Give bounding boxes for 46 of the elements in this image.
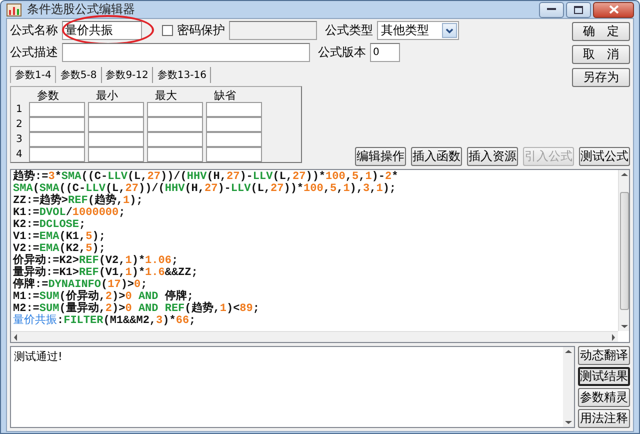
code-line: K1:=DVOL/1000000; bbox=[13, 207, 126, 219]
editor-button[interactable]: 插入函数 bbox=[411, 146, 462, 166]
row-number: 2 bbox=[16, 119, 24, 130]
dialog-button[interactable]: 确 定 bbox=[572, 22, 630, 41]
dialog-button[interactable]: 另存为 bbox=[572, 68, 630, 87]
parameter-tab[interactable]: 参数13-16 bbox=[153, 67, 212, 83]
code-line: 价异动:=K2>REF(V2,1)*1.06; bbox=[13, 255, 180, 267]
editor-button[interactable]: 测试公式 bbox=[579, 146, 630, 166]
code-line: V2:=EMA(K2,5); bbox=[13, 243, 106, 255]
output-tab-button[interactable]: 动态翻译 bbox=[578, 346, 630, 365]
output-tab-button[interactable]: 参数精灵 bbox=[578, 388, 630, 407]
window-title: 条件选股公式编辑器 bbox=[27, 1, 136, 18]
field-label: 公式版本 bbox=[318, 44, 366, 61]
parameter-tab[interactable]: 参数1-4 bbox=[10, 66, 56, 83]
code-line: 趋势:=3*SMA((C-LLV(L,27))/(HHV(H,27)-LLV(L,27))*100,5,1)-2* bbox=[13, 171, 400, 183]
column-header: 参数 bbox=[36, 89, 60, 102]
editor-button[interactable]: 插入资源 bbox=[467, 146, 518, 166]
code-line: M1:=SUM(价异动,2)>0 AND 停牌; bbox=[13, 291, 194, 303]
dialog-button[interactable]: 取 消 bbox=[572, 45, 630, 64]
code-line: SMA(SMA((C-LLV(L,27))/(HHV(H,27)-LLV(L,27))*100,5,1),3,1); bbox=[13, 183, 398, 195]
row-number: 1 bbox=[16, 104, 24, 115]
code-line: K2:=DCLOSE; bbox=[13, 219, 87, 231]
parameter-tab[interactable]: 参数5-8 bbox=[56, 67, 102, 83]
code-line: 量异动:=K1>REF(V1,1)*1.6&&ZZ; bbox=[13, 267, 199, 279]
version-field[interactable]: 0 bbox=[370, 43, 400, 62]
code-line: V1:=EMA(K1,5); bbox=[13, 231, 106, 243]
column-header: 最小 bbox=[95, 89, 119, 102]
type-dropdown[interactable]: 其他类型 bbox=[377, 21, 459, 40]
code-line: 量价共振:FILTER(M1&&M2,3)*66; bbox=[13, 315, 197, 327]
code-line: M2:=SUM(量异动,2)>0 AND REF(趋势,1)<89; bbox=[13, 303, 260, 315]
column-header: 最大 bbox=[154, 89, 178, 102]
name-field[interactable]: 量价共振 bbox=[62, 21, 142, 40]
field-label: 公式描述 bbox=[10, 44, 58, 61]
row-number: 3 bbox=[16, 134, 24, 145]
editor-button[interactable]: 编辑操作 bbox=[355, 146, 406, 166]
output-text: 测试通过! bbox=[13, 349, 64, 365]
output-tab-button[interactable]: 测试结果 bbox=[578, 367, 630, 386]
row-number: 4 bbox=[16, 149, 24, 160]
code-line: ZZ:=趋势>REF(趋势,1); bbox=[13, 195, 144, 207]
checkbox-label: 密码保护 bbox=[177, 22, 225, 39]
output-tab-button[interactable]: 用法注释 bbox=[578, 409, 630, 428]
field-label: 公式名称 bbox=[10, 22, 58, 39]
column-header: 缺省 bbox=[213, 89, 237, 102]
parameter-tab[interactable]: 参数9-12 bbox=[102, 67, 154, 83]
code-line: 停牌:=DYNAINFO(17)>0; bbox=[13, 279, 148, 291]
field-label: 公式类型 bbox=[325, 22, 373, 39]
